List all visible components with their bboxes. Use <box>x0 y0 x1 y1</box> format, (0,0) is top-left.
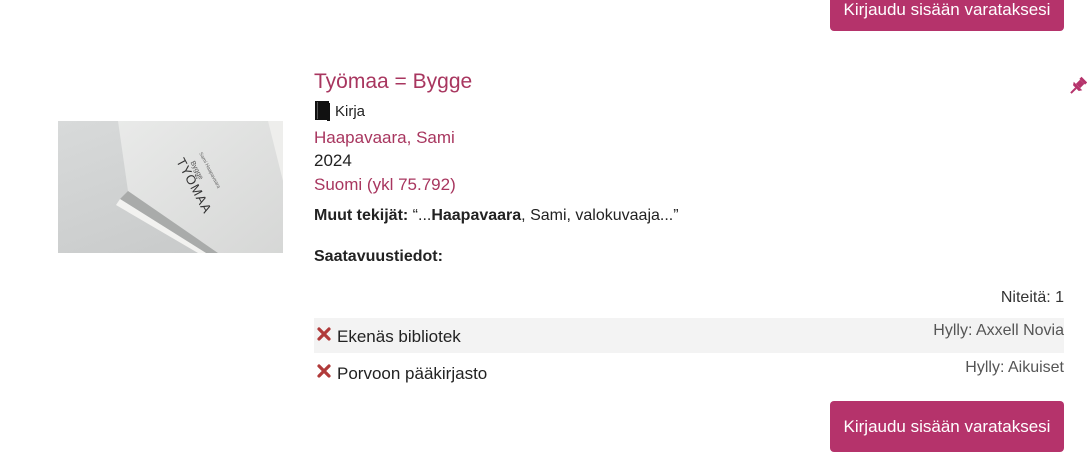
holding-library: Porvoon pääkirjasto <box>337 364 488 383</box>
copies-count: Niteitä: 1 <box>1000 289 1064 306</box>
holding-row: Ekenäs bibliotek Hylly: Axxell Novia <box>314 318 1064 353</box>
holding-shelf: Hylly: Aikuiset <box>965 359 1064 376</box>
format-label: Kirja <box>335 102 366 120</box>
other-contributors: Muut tekijät: “...Haapavaara, Sami, valo… <box>314 207 679 225</box>
book-cover-image[interactable]: TYÖMAA Bygge Sami Haapavaara <box>58 121 283 253</box>
contributors-prefix: “... <box>408 207 432 224</box>
availability-heading: Saatavuustiedot: <box>314 248 443 265</box>
unavailable-x-icon <box>317 364 331 378</box>
book-cover-graphic: TYÖMAA Bygge Sami Haapavaara <box>116 121 283 253</box>
holding-row: Porvoon pääkirjasto Hylly: Aikuiset <box>314 355 1064 390</box>
contributors-suffix: , Sami, valokuvaaja...” <box>521 207 679 224</box>
holding-library: Ekenäs bibliotek <box>337 327 461 346</box>
login-to-reserve-button[interactable]: Kirjaudu sisään varataksesi <box>830 401 1064 452</box>
author-link[interactable]: Haapavaara, Sami <box>314 128 455 148</box>
contributors-highlight: Haapavaara <box>431 207 522 224</box>
book-icon <box>315 101 330 121</box>
record-format: Kirja <box>314 100 365 122</box>
record-title-link[interactable]: Työmaa = Bygge <box>314 70 472 94</box>
unavailable-x-icon <box>317 327 331 341</box>
login-to-reserve-button-top[interactable]: Kirjaudu sisään varataksesi <box>830 0 1064 31</box>
classification-link[interactable]: Suomi (ykl 75.792) <box>314 175 456 195</box>
publication-year: 2024 <box>314 151 352 170</box>
contributors-label: Muut tekijät: <box>314 207 409 224</box>
holding-shelf: Hylly: Axxell Novia <box>933 322 1064 339</box>
pin-icon[interactable] <box>1067 75 1087 97</box>
